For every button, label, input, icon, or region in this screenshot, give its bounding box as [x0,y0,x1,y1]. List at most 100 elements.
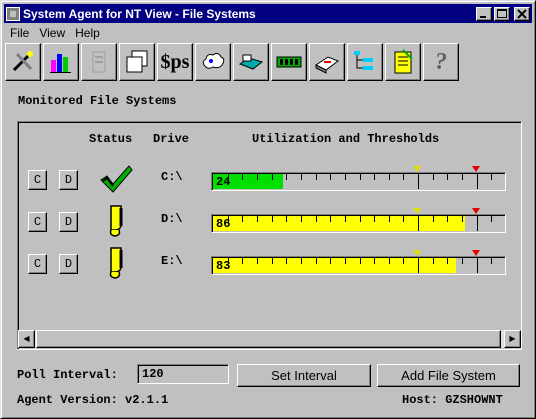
scale-tick [242,216,243,222]
header-utilization: Utilization and Thresholds [252,132,440,146]
scale-tick [447,216,448,222]
toolbar: $ps ? [5,42,459,82]
scale-tick [272,174,273,180]
disk-button[interactable] [309,43,345,81]
menu-view[interactable]: View [34,26,70,40]
scale-tick [301,258,302,264]
scale-tick [272,258,273,264]
utilization-fill [213,216,465,231]
details-button[interactable]: D [59,254,78,274]
utilization-bar: 83 [211,256,506,275]
memory-icon [276,56,302,68]
file-systems-panel [17,121,522,350]
scale-tick [360,258,361,264]
scale-tick [330,258,331,264]
tools-button[interactable] [5,43,41,81]
scale-tick [389,216,390,222]
utilization-value: 86 [216,217,231,231]
scale-tick [462,174,463,180]
details-button[interactable]: D [59,170,78,190]
scale-tick [345,216,346,222]
disk-icon [315,56,340,74]
header-status: Status [89,132,133,146]
scale-tick [433,174,434,180]
warning-marker-icon[interactable] [413,250,421,256]
scale-tick [374,258,375,264]
scale-tick [374,174,375,180]
scale-tick [491,258,492,264]
app-icon[interactable] [6,6,20,21]
utilization-fill [213,258,456,273]
scale-tick [257,216,258,222]
scale-tick [301,216,302,222]
scale-tick [286,258,287,264]
scroll-thumb[interactable] [36,330,501,348]
scale-tick [242,174,243,180]
windows-button[interactable] [119,43,155,81]
agent-version: Agent Version: v2.1.1 [17,393,169,407]
set-interval-button[interactable]: Set Interval [237,364,371,387]
scale-tick [462,258,463,264]
warning-marker-icon[interactable] [413,208,421,214]
scale-tick [360,174,361,180]
panel-title: Monitored File Systems [18,94,177,108]
scale-tick [403,174,404,180]
clear-button[interactable]: C [28,254,47,274]
critical-threshold-line [477,174,478,189]
minimize-button[interactable] [476,6,492,21]
details-button[interactable]: D [59,212,78,232]
warning-threshold-line [418,258,419,273]
notepad-button[interactable] [385,43,421,81]
scale-tick [389,258,390,264]
disabled-icon [92,51,106,73]
poll-interval-input[interactable]: 120 [137,364,229,384]
maximize-button[interactable] [494,6,510,21]
help-button[interactable]: ? [423,43,459,81]
tools-icon [12,51,33,72]
network-button[interactable] [233,43,269,81]
critical-threshold-line [477,258,478,273]
add-file-system-button[interactable]: Add File System [377,364,520,387]
scale-tick [360,216,361,222]
tree-icon [354,51,373,70]
scroll-left-arrow-icon[interactable]: ◀ [18,330,35,348]
tree-button[interactable] [347,43,383,81]
menu-file[interactable]: File [5,26,34,40]
scale-tick [316,174,317,180]
critical-marker-icon[interactable] [472,250,480,256]
memory-button[interactable] [271,43,307,81]
drive-label: D:\ [161,212,183,226]
scale-tick [316,258,317,264]
cloud-button[interactable] [195,43,231,81]
scale-tick [462,216,463,222]
warning-icon [107,246,127,283]
scale-tick [286,216,287,222]
horizontal-scrollbar[interactable]: ◀ ▶ [18,330,521,348]
scale-tick [242,258,243,264]
cloud-icon [202,52,225,69]
chart-button[interactable] [43,43,79,81]
menu-help[interactable]: Help [70,26,105,40]
close-icon [517,8,527,19]
scale-tick [330,216,331,222]
scale-tick [286,174,287,180]
warning-marker-icon[interactable] [413,166,421,172]
clear-button[interactable]: C [28,212,47,232]
critical-marker-icon[interactable] [472,166,480,172]
scale-tick [301,174,302,180]
critical-marker-icon[interactable] [472,208,480,214]
menu-bar: File View Help [5,24,105,42]
host-name: Host: GZSHOWNT [402,393,503,407]
drive-label: C:\ [161,170,183,184]
help-icon: ? [435,48,447,75]
clear-button[interactable]: C [28,170,47,190]
close-button[interactable] [514,6,530,21]
warning-threshold-line [418,174,419,189]
scale-tick [447,258,448,264]
sps-button[interactable]: $ps [157,43,193,81]
poll-interval-label: Poll Interval: [17,368,118,382]
utilization-bar: 86 [211,214,506,233]
scroll-right-arrow-icon[interactable]: ▶ [504,330,521,348]
drive-label: E:\ [161,254,183,268]
scale-tick [491,216,492,222]
